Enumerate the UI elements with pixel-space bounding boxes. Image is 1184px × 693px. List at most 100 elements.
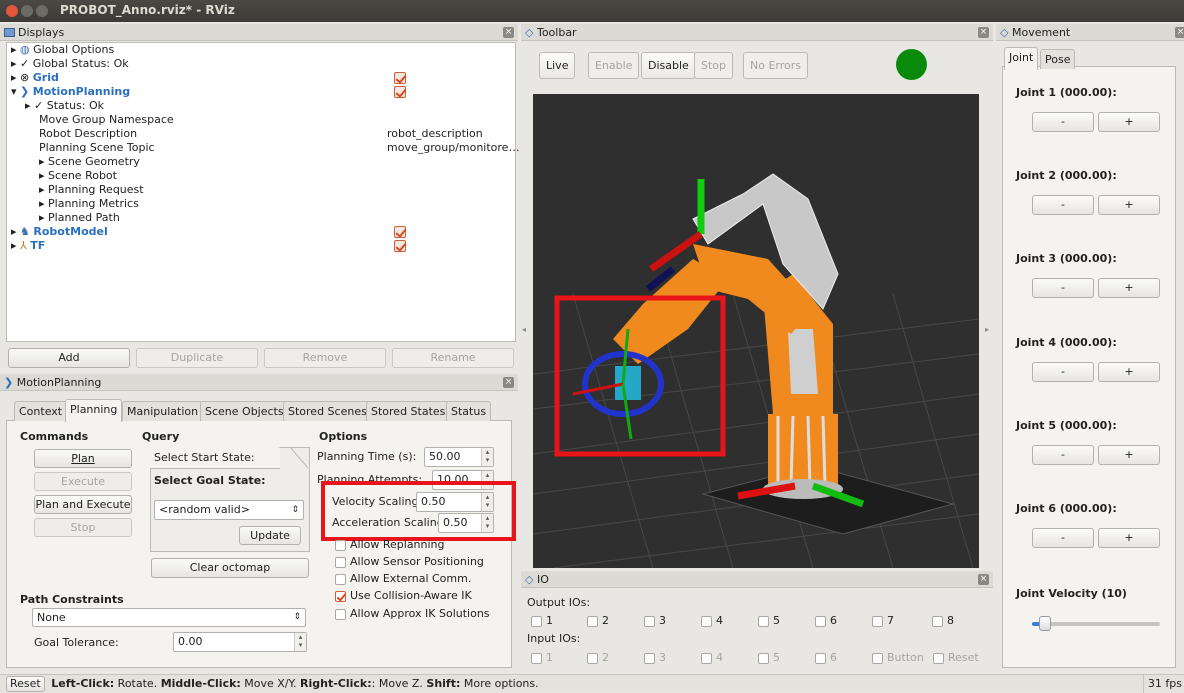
spinner-icon[interactable]: ▴ ▾	[294, 633, 306, 651]
input-io-checkbox-8[interactable]: Reset	[933, 651, 979, 664]
planning-time-input[interactable]: 50.00 ▴ ▾	[424, 447, 494, 467]
collision-aware-ik-checkbox[interactable]: Use Collision-Aware IK	[335, 589, 472, 602]
joint-4-minus-button[interactable]: -	[1032, 362, 1094, 382]
tree-item-global-status[interactable]: ▸ ✓ Global Status: Ok	[11, 57, 129, 71]
tree-item-robot-description[interactable]: Robot Description robot_description	[39, 127, 509, 141]
tab-status[interactable]: Status	[446, 401, 492, 421]
robot-description-value[interactable]: robot_description	[387, 127, 483, 141]
displays-tree[interactable]: ▸ ◍ Global Options ▸ ✓ Global Status: Ok…	[6, 42, 519, 342]
stop-toolbar-button[interactable]: Stop	[694, 52, 734, 79]
tab-context[interactable]: Context	[14, 401, 68, 421]
joint-3-minus-button[interactable]: -	[1032, 278, 1094, 298]
close-icon[interactable]: ×	[503, 377, 514, 388]
expand-arrow-icon[interactable]: ▸	[39, 197, 45, 210]
allow-replanning-checkbox[interactable]: Allow Replanning	[335, 538, 445, 551]
input-io-checkbox-3[interactable]: 3	[644, 651, 666, 664]
joint-velocity-slider-handle[interactable]	[1038, 616, 1051, 631]
tree-item-planned-path[interactable]: ▸ Planned Path	[39, 211, 120, 225]
tree-item-planning-request[interactable]: ▸ Planning Request	[39, 183, 144, 197]
output-io-checkbox-1[interactable]: 1	[531, 614, 553, 627]
close-icon[interactable]: ×	[978, 574, 989, 585]
input-io-checkbox-7[interactable]: Button	[872, 651, 924, 664]
3d-viewport[interactable]	[533, 94, 979, 568]
tree-item-status-ok[interactable]: ▸ ✓ Status: Ok	[25, 99, 104, 113]
expand-arrow-icon[interactable]: ▸	[39, 169, 45, 182]
clear-octomap-button[interactable]: Clear octomap	[151, 558, 309, 578]
joint-5-plus-button[interactable]: +	[1098, 445, 1160, 465]
allow-sensor-positioning-checkbox[interactable]: Allow Sensor Positioning	[335, 555, 484, 568]
tree-item-global-options[interactable]: ▸ ◍ Global Options	[11, 43, 114, 57]
tree-item-planning-metrics[interactable]: ▸ Planning Metrics	[39, 197, 139, 211]
goal-tolerance-input[interactable]: 0.00 ▴ ▾	[173, 632, 307, 652]
output-io-checkbox-2[interactable]: 2	[587, 614, 609, 627]
robotmodel-enable-checkbox[interactable]	[394, 226, 406, 238]
left-splitter-arrow-icon[interactable]: ◂	[522, 325, 526, 334]
plan-button[interactable]: Plan	[34, 449, 132, 468]
input-io-checkbox-4[interactable]: 4	[701, 651, 723, 664]
expand-arrow-icon[interactable]: ▸	[11, 71, 17, 84]
motionplanning-enable-checkbox[interactable]	[394, 86, 406, 98]
tab-stored-states[interactable]: Stored States	[366, 401, 451, 421]
joint-1-plus-button[interactable]: +	[1098, 112, 1160, 132]
joint-3-plus-button[interactable]: +	[1098, 278, 1160, 298]
stop-button[interactable]: Stop	[34, 518, 132, 537]
select-start-state-tab[interactable]: Select Start State:	[150, 447, 280, 469]
output-io-checkbox-3[interactable]: 3	[644, 614, 666, 627]
input-io-checkbox-5[interactable]: 5	[758, 651, 780, 664]
tree-item-planning-scene-topic[interactable]: Planning Scene Topic move_group/monitore…	[39, 141, 519, 155]
joint-6-plus-button[interactable]: +	[1098, 528, 1160, 548]
tab-manipulation[interactable]: Manipulation	[122, 401, 204, 421]
reset-button[interactable]: Reset	[6, 676, 45, 692]
output-io-checkbox-8[interactable]: 8	[932, 614, 954, 627]
tab-scene-objects[interactable]: Scene Objects	[200, 401, 289, 421]
tf-enable-checkbox[interactable]	[394, 240, 406, 252]
close-icon[interactable]: ×	[503, 27, 514, 38]
tree-item-scene-robot[interactable]: ▸ Scene Robot	[39, 169, 117, 183]
tree-item-robotmodel[interactable]: ▸ ♞ RobotModel	[11, 225, 511, 239]
joint-4-plus-button[interactable]: +	[1098, 362, 1160, 382]
right-splitter-arrow-icon[interactable]: ▸	[985, 325, 989, 334]
tree-item-scene-geometry[interactable]: ▸ Scene Geometry	[39, 155, 140, 169]
output-io-checkbox-6[interactable]: 6	[815, 614, 837, 627]
joint-velocity-slider-track[interactable]	[1032, 622, 1160, 626]
expand-arrow-icon[interactable]: ▸	[11, 239, 17, 252]
goal-state-select[interactable]: <random valid> ⇕	[154, 500, 304, 520]
rename-button[interactable]: Rename	[392, 348, 514, 368]
update-button[interactable]: Update	[239, 526, 301, 545]
close-icon[interactable]: ×	[978, 27, 989, 38]
output-io-checkbox-7[interactable]: 7	[872, 614, 894, 627]
grid-enable-checkbox[interactable]	[394, 72, 406, 84]
allow-external-comm-checkbox[interactable]: Allow External Comm.	[335, 572, 471, 585]
disable-button[interactable]: Disable	[641, 52, 696, 79]
add-button[interactable]: Add	[8, 348, 130, 368]
close-icon[interactable]: ×	[1175, 27, 1184, 38]
live-button[interactable]: Live	[539, 52, 576, 79]
tab-planning[interactable]: Planning	[65, 399, 123, 422]
joint-6-minus-button[interactable]: -	[1032, 528, 1094, 548]
expand-arrow-icon[interactable]: ▸	[11, 43, 17, 56]
joint-1-minus-button[interactable]: -	[1032, 112, 1094, 132]
close-window-icon[interactable]	[6, 5, 18, 17]
collapse-arrow-icon[interactable]: ▾	[11, 85, 17, 98]
duplicate-button[interactable]: Duplicate	[136, 348, 258, 368]
expand-arrow-icon[interactable]: ▸	[25, 99, 31, 112]
approx-ik-checkbox[interactable]: Allow Approx IK Solutions	[335, 607, 490, 620]
tree-item-tf[interactable]: ▸ ⅄ TF	[11, 239, 511, 253]
output-io-checkbox-5[interactable]: 5	[758, 614, 780, 627]
tree-item-motionplanning[interactable]: ▾ ❯ MotionPlanning	[11, 85, 511, 99]
tree-item-grid[interactable]: ▸ ⊗ Grid	[11, 71, 511, 85]
execute-button[interactable]: Execute	[34, 472, 132, 491]
expand-arrow-icon[interactable]: ▸	[11, 225, 17, 238]
expand-arrow-icon[interactable]: ▸	[39, 211, 45, 224]
plan-and-execute-button[interactable]: Plan and Execute	[34, 495, 132, 514]
expand-arrow-icon[interactable]: ▸	[39, 155, 45, 168]
joint-2-plus-button[interactable]: +	[1098, 195, 1160, 215]
robot-scene[interactable]	[533, 94, 979, 568]
remove-button[interactable]: Remove	[264, 348, 386, 368]
tab-joint[interactable]: Joint	[1004, 47, 1039, 70]
joint-2-minus-button[interactable]: -	[1032, 195, 1094, 215]
input-io-checkbox-2[interactable]: 2	[587, 651, 609, 664]
spinner-icon[interactable]: ▴ ▾	[481, 448, 493, 466]
input-io-checkbox-6[interactable]: 6	[815, 651, 837, 664]
planning-scene-topic-value[interactable]: move_group/monitore…	[387, 141, 519, 155]
